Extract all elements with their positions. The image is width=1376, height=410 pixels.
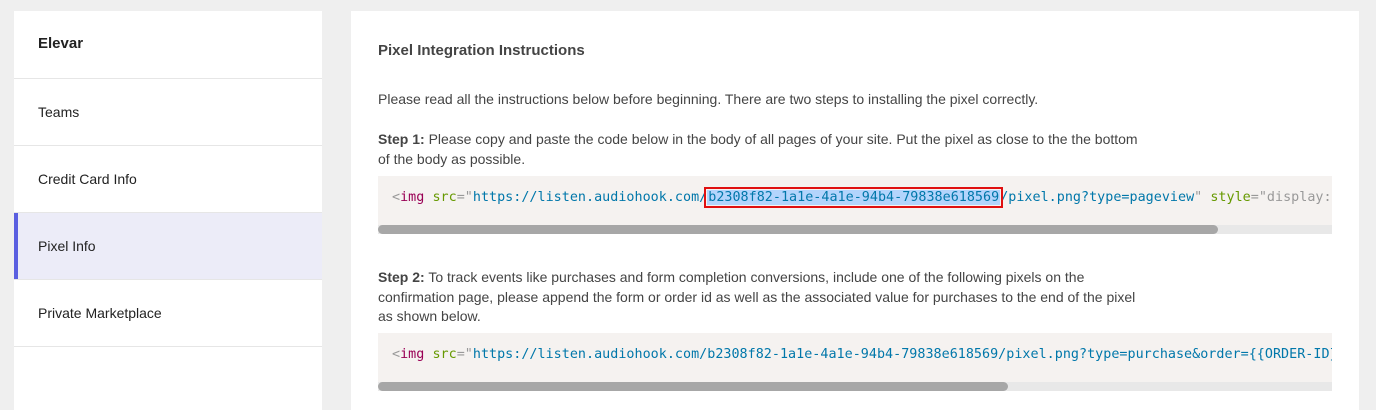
step2-instructions: Step 2: To track events like purchases a… bbox=[378, 268, 1148, 327]
step2-scrollbar-thumb[interactable] bbox=[378, 382, 1008, 391]
intro-text: Please read all the instructions below b… bbox=[378, 91, 1039, 107]
code-attr-src: src bbox=[432, 190, 457, 205]
sidebar-item-private-marketplace[interactable]: Private Marketplace bbox=[14, 280, 322, 347]
code-punct: < bbox=[392, 190, 401, 205]
step1-heading: Step 1: bbox=[378, 131, 425, 147]
sidebar-item-teams[interactable]: Teams bbox=[14, 79, 322, 146]
code-url-suffix: /pixel.png?type=pageview bbox=[1000, 190, 1195, 205]
code-punct: =" bbox=[456, 190, 473, 205]
step1-scrollbar[interactable] bbox=[378, 225, 1332, 234]
sidebar-item-credit-card-info[interactable]: Credit Card Info bbox=[14, 146, 322, 213]
step2-code-line[interactable]: <img src="https://listen.audiohook.com/b… bbox=[392, 347, 1332, 362]
code-attr-src: src bbox=[432, 347, 457, 362]
sidebar-item-pixel-info[interactable]: Pixel Info bbox=[14, 213, 322, 280]
code-url-prefix: https://listen.audiohook.com/ bbox=[472, 190, 708, 205]
brand-title: Elevar bbox=[14, 11, 322, 79]
step2-code-block[interactable]: <img src="https://listen.audiohook.com/b… bbox=[378, 333, 1332, 391]
highlighted-pixel-id[interactable]: b2308f82-1a1e-4a1e-94b4-79838e618569 bbox=[704, 187, 1004, 208]
page-title: Pixel Integration Instructions bbox=[378, 42, 585, 59]
step2-heading: Step 2: bbox=[378, 269, 425, 285]
code-style-value: ="display:none" /> bbox=[1250, 190, 1332, 205]
step2-scrollbar[interactable] bbox=[378, 382, 1332, 391]
step1-instructions: Step 1: Please copy and paste the code b… bbox=[378, 130, 1148, 169]
step1-code-block[interactable]: <img src="https://listen.audiohook.com/b… bbox=[378, 176, 1332, 234]
code-punct: < bbox=[392, 347, 401, 362]
step1-code-line[interactable]: <img src="https://listen.audiohook.com/b… bbox=[392, 187, 1332, 208]
main-panel: Pixel Integration Instructions Please re… bbox=[351, 11, 1359, 410]
code-attr-style: style bbox=[1210, 190, 1251, 205]
step1-text: Please copy and paste the code below in … bbox=[378, 131, 1138, 167]
code-tag: img bbox=[400, 190, 425, 205]
code-tag: img bbox=[400, 347, 425, 362]
code-url: https://listen.audiohook.com/b2308f82-1a… bbox=[472, 347, 1332, 362]
sidebar: Elevar Teams Credit Card Info Pixel Info… bbox=[14, 11, 322, 410]
step2-text: To track events like purchases and form … bbox=[378, 269, 1136, 324]
code-punct: " bbox=[1194, 190, 1203, 205]
step1-scrollbar-thumb[interactable] bbox=[378, 225, 1218, 234]
code-punct: =" bbox=[456, 347, 473, 362]
